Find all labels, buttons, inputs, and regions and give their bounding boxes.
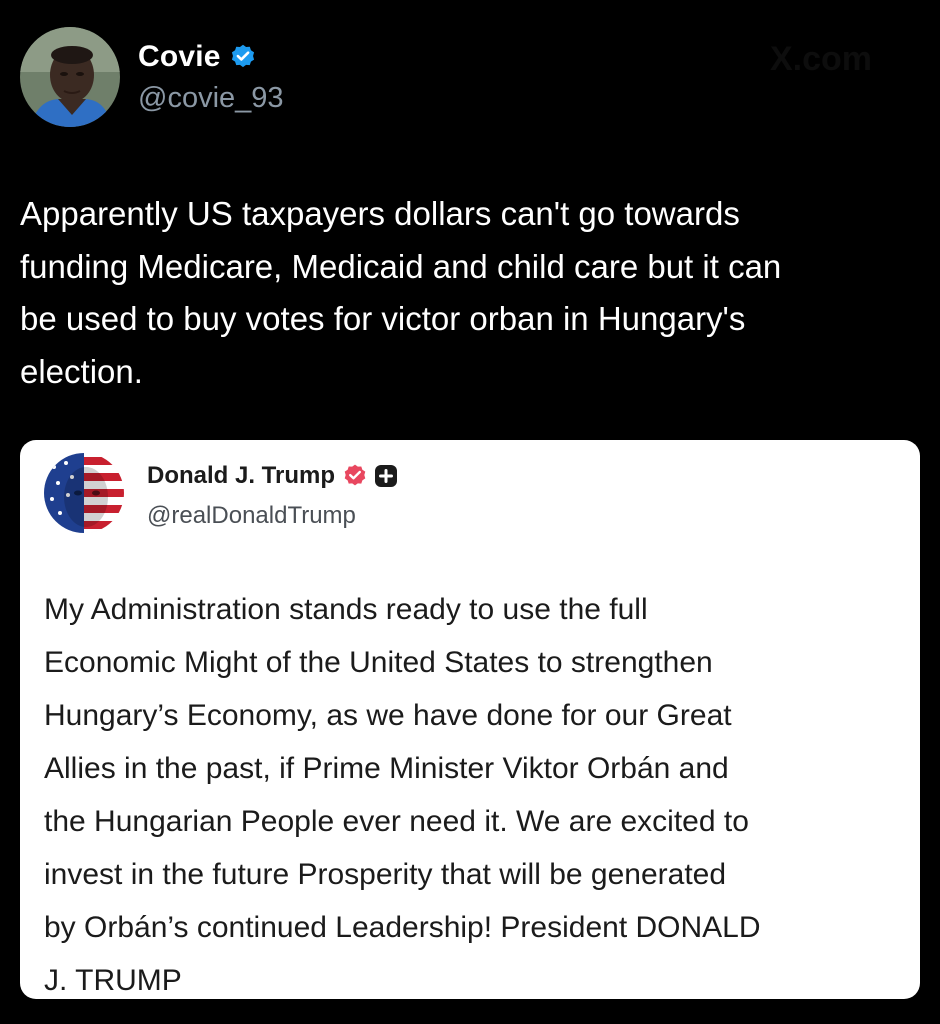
watermark: X.com [770,40,873,78]
quoted-post-text: My Administration stands ready to use th… [44,593,761,997]
flag-face-avatar-icon [44,453,124,533]
plus-badge-icon [374,464,398,488]
quoted-author-avatar[interactable] [44,453,124,533]
author-name[interactable]: Covie [138,40,221,74]
quoted-author-name-row: Donald J. Trump [147,458,398,494]
verified-badge-icon[interactable] [229,43,257,71]
quoted-post-card[interactable]: Donald J. Trump @realDonaldTrump My Admi… [20,440,920,999]
tweet-text: Apparently US taxpayers dollars can't go… [20,195,782,390]
tweet: Covie @covie_93 X.com Apparently US taxp… [0,0,940,1024]
quoted-author-handle[interactable]: @realDonaldTrump [147,502,356,530]
author-handle[interactable]: @covie_93 [138,82,284,115]
avatar-photo-icon [20,27,120,127]
verified-badge-icon [342,463,368,489]
author-avatar[interactable] [20,27,120,127]
author-name-row: Covie [138,38,257,76]
quoted-author-name[interactable]: Donald J. Trump [147,462,335,490]
